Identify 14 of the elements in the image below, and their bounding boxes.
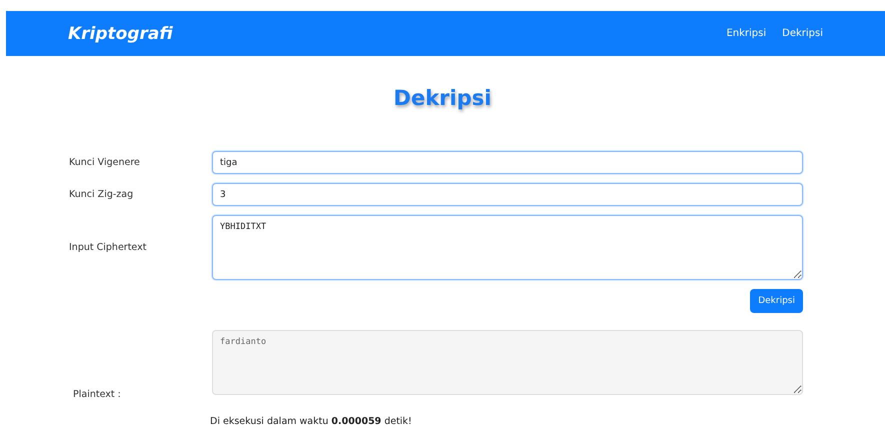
field-label: Kunci Zig-zag xyxy=(69,189,134,200)
textarea-field[interactable]: YBHIDITXT xyxy=(212,215,803,280)
page-heading: Dekripsi xyxy=(392,86,492,112)
field-label: Input Ciphertext xyxy=(69,242,148,253)
output-label: Plaintext : xyxy=(72,389,122,400)
decrypt-button[interactable]: Dekripsi xyxy=(750,289,803,313)
field-label: Kunci Vigenere xyxy=(69,157,141,168)
nav-link[interactable]: Enkripsi xyxy=(726,28,766,39)
result-message: Di eksekusi dalam waktu 0.000059 detik! xyxy=(210,416,412,427)
nav-link[interactable]: Dekripsi xyxy=(782,28,823,39)
brand-logo[interactable]: Kriptografi xyxy=(68,24,173,44)
input-field[interactable]: tiga xyxy=(212,151,803,174)
output-field[interactable]: fardianto xyxy=(212,330,803,395)
input-field[interactable]: 3 xyxy=(212,183,803,206)
